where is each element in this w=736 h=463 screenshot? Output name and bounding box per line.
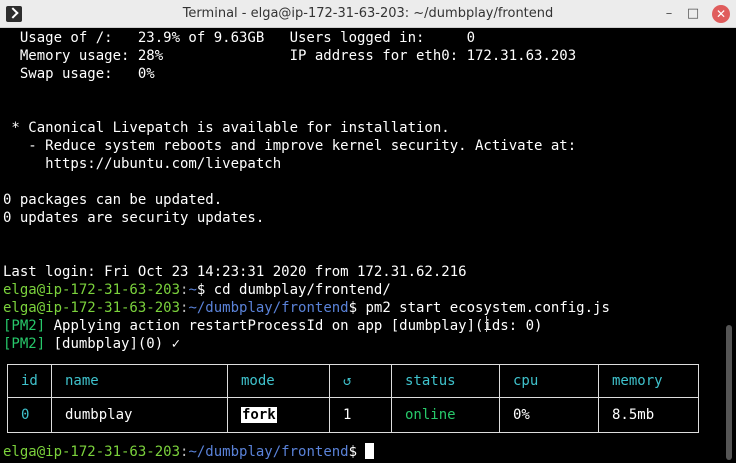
pm2-tag: [PM2] — [3, 318, 46, 334]
column-header-cpu: cpu — [499, 364, 599, 398]
prompt-line: elga@ip-172-31-63-203:~/dumbplay/fronten… — [3, 299, 610, 317]
pm2-line: [PM2] [dumbplay](0) ✓ — [3, 335, 180, 353]
prompt-user: elga@ip-172-31-63-203 — [3, 282, 181, 298]
prompt-path: ~/dumbplay/frontend — [188, 300, 349, 316]
prompt-path: ~ — [188, 282, 197, 298]
terminal-line: - Reduce system reboots and improve kern… — [3, 138, 577, 154]
terminal-line: Usage of /: 23.9% of 9.63GB Users logged… — [3, 30, 476, 46]
cell-cpu: 0% — [499, 397, 599, 433]
cell-id: 0 — [7, 397, 52, 433]
maximize-button[interactable]: □ — [685, 6, 701, 22]
prompt-path: ~/dumbplay/frontend — [188, 444, 349, 460]
minimize-button[interactable]: – — [661, 6, 677, 22]
prompt-line: elga@ip-172-31-63-203:~/dumbplay/fronten… — [3, 443, 375, 461]
terminal-line: 0 updates are security updates. — [3, 210, 265, 226]
column-header-memory: memory — [598, 364, 699, 398]
terminal-line: Memory usage: 28% IP address for eth0: 1… — [3, 48, 577, 64]
terminal-window: Terminal - elga@ip-172-31-63-203: ~/dumb… — [0, 0, 736, 463]
cell-restarts: 1 — [329, 397, 392, 433]
table-row: 0 dumbplay fork 1 online 0% 8.5mb — [7, 397, 699, 433]
window-title: Terminal - elga@ip-172-31-63-203: ~/dumb… — [182, 6, 554, 21]
cell-memory: 8.5mb — [598, 397, 699, 433]
close-button[interactable]: ✕ — [712, 5, 730, 23]
column-header-status: status — [391, 364, 500, 398]
cell-name: dumbplay — [51, 397, 228, 433]
terminal-line: https://ubuntu.com/livepatch — [3, 156, 282, 172]
column-header-name: name — [51, 364, 228, 398]
terminal-line: Swap usage: 0% — [3, 66, 155, 82]
prompt-command: $ — [348, 444, 366, 460]
cell-status: online — [391, 397, 500, 433]
pm2-message: [dumbplay](0) ✓ — [45, 336, 181, 352]
scrollbar-thumb[interactable] — [726, 325, 732, 460]
title-bar[interactable]: Terminal - elga@ip-172-31-63-203: ~/dumb… — [0, 0, 736, 28]
prompt-user: elga@ip-172-31-63-203 — [3, 444, 181, 460]
mode-badge: fork — [241, 407, 277, 423]
terminal-line: Last login: Fri Oct 23 14:23:31 2020 fro… — [3, 264, 467, 280]
cell-mode: fork — [227, 397, 330, 433]
ibeam-cursor-icon — [484, 316, 490, 332]
column-header-restarts: ↺ — [329, 364, 392, 398]
prompt-user: elga@ip-172-31-63-203 — [3, 300, 181, 316]
terminal-line: * Canonical Livepatch is available for i… — [3, 120, 450, 136]
pm2-line: [PM2] Applying action restartProcessId o… — [3, 317, 542, 335]
prompt-command: $ pm2 start ecosystem.config.js — [348, 300, 610, 316]
table-header-row: id name mode ↺ status cpu memory — [7, 364, 699, 398]
terminal-line: 0 packages can be updated. — [3, 192, 223, 208]
column-header-id: id — [7, 364, 52, 398]
vertical-scrollbar[interactable] — [722, 28, 736, 463]
column-header-mode: mode — [227, 364, 330, 398]
pm2-process-table: id name mode ↺ status cpu memory 0 dumbp… — [7, 364, 699, 433]
pm2-tag: [PM2] — [3, 336, 46, 352]
prompt-command: $ cd dumbplay/frontend/ — [196, 282, 391, 298]
prompt-line: elga@ip-172-31-63-203:~$ cd dumbplay/fro… — [3, 281, 391, 299]
text-cursor — [365, 443, 375, 459]
pm2-message: Applying action restartProcessId on app … — [45, 318, 543, 334]
